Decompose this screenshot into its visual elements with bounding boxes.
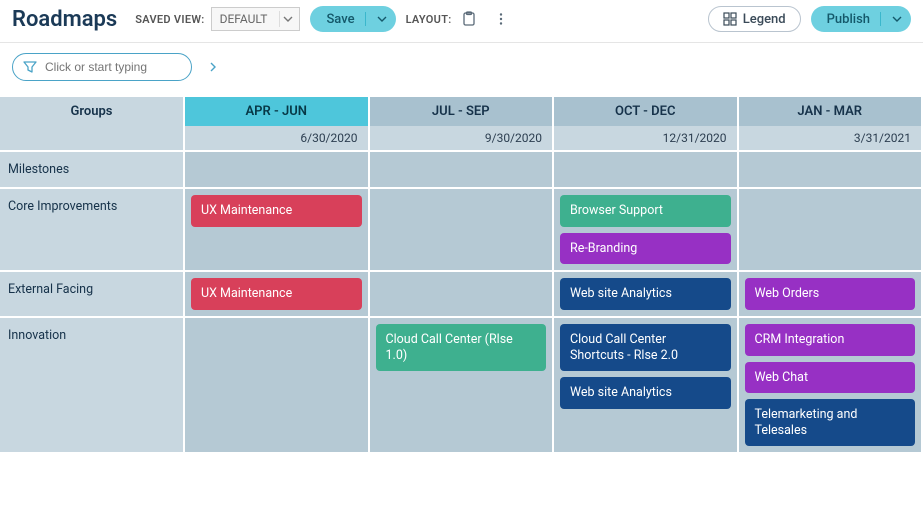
filter-icon: [23, 60, 37, 74]
roadmap-cell: [554, 150, 739, 187]
group-label: Innovation: [0, 316, 185, 453]
save-button[interactable]: Save: [310, 6, 395, 32]
legend-button[interactable]: Legend: [708, 6, 801, 32]
roadmap-card[interactable]: Web Chat: [745, 362, 916, 394]
filter-input[interactable]: [45, 60, 200, 74]
quarter-header[interactable]: JUL - SEP: [370, 97, 555, 126]
groups-header: Groups: [0, 97, 185, 126]
chevron-down-icon: [279, 11, 295, 27]
layout-clipboard-icon[interactable]: [458, 8, 480, 30]
roadmap-card[interactable]: Cloud Call Center Shortcuts - Rlse 2.0: [560, 324, 731, 371]
date-row-blank: [0, 126, 185, 150]
roadmap-cell: UX Maintenance: [185, 187, 370, 270]
saved-view-group: SAVED VIEW: DEFAULT: [135, 7, 300, 31]
roadmap-card[interactable]: Web Orders: [745, 278, 916, 310]
roadmap-cell: UX Maintenance: [185, 270, 370, 316]
quarter-end-date: 12/31/2020: [554, 126, 739, 150]
roadmap-cell: CRM Integration Web Chat Telemarketing and…: [739, 316, 923, 453]
publish-button[interactable]: Publish: [811, 6, 911, 32]
filter-row: [0, 43, 923, 91]
saved-view-label: SAVED VIEW:: [135, 13, 204, 26]
quarter-header[interactable]: APR - JUN: [185, 97, 370, 126]
page-title: Roadmaps: [12, 7, 117, 32]
roadmap-cell: [370, 150, 555, 187]
layout-label: LAYOUT:: [406, 13, 452, 26]
chevron-right-icon: [208, 62, 218, 72]
roadmap-cell: Cloud Call Center (Rlse 1.0): [370, 316, 555, 453]
roadmap-card[interactable]: Browser Support: [560, 195, 731, 227]
group-label: Milestones: [0, 150, 185, 187]
saved-view-select[interactable]: DEFAULT: [211, 7, 301, 31]
group-label: Core Improvements: [0, 187, 185, 270]
group-label: External Facing: [0, 270, 185, 316]
quarter-header[interactable]: JAN - MAR: [739, 97, 923, 126]
toolbar: Roadmaps SAVED VIEW: DEFAULT Save LAYOUT…: [0, 0, 923, 43]
quarter-end-date: 6/30/2020: [185, 126, 370, 150]
chevron-down-icon: [891, 14, 903, 24]
roadmap-card[interactable]: Telemarketing and Telesales: [745, 399, 916, 446]
roadmap-card[interactable]: Web site Analytics: [560, 278, 731, 310]
quarter-header[interactable]: OCT - DEC: [554, 97, 739, 126]
legend-grid-icon: [723, 12, 737, 26]
layout-group: LAYOUT:: [406, 8, 480, 30]
roadmap-card[interactable]: CRM Integration: [745, 324, 916, 356]
publish-button-label: Publish: [827, 12, 870, 27]
roadmap-card[interactable]: Web site Analytics: [560, 377, 731, 409]
divider: [880, 12, 881, 26]
quarter-end-date: 3/31/2021: [739, 126, 923, 150]
roadmap-card[interactable]: UX Maintenance: [191, 195, 362, 227]
roadmap-cell: [185, 316, 370, 453]
roadmap-cell: [370, 270, 555, 316]
roadmap-cell: Cloud Call Center Shortcuts - Rlse 2.0 We…: [554, 316, 739, 453]
roadmap-cell: Web Orders: [739, 270, 923, 316]
more-menu-icon[interactable]: [490, 8, 512, 30]
quarter-end-date: 9/30/2020: [370, 126, 555, 150]
filter-input-wrapper[interactable]: [12, 53, 192, 81]
roadmap-card[interactable]: UX Maintenance: [191, 278, 362, 310]
roadmap-cell: [185, 150, 370, 187]
roadmap-cell: Browser Support Re-Branding: [554, 187, 739, 270]
roadmap-grid: GroupsAPR - JUNJUL - SEPOCT - DECJAN - M…: [0, 91, 923, 452]
roadmap-cell: [739, 187, 923, 270]
saved-view-value: DEFAULT: [220, 12, 268, 26]
roadmap-cell: [739, 150, 923, 187]
roadmap-cell: Web site Analytics: [554, 270, 739, 316]
save-button-label: Save: [326, 12, 354, 27]
roadmap-card[interactable]: Re-Branding: [560, 233, 731, 265]
chevron-down-icon: [376, 14, 388, 24]
roadmap-card[interactable]: Cloud Call Center (Rlse 1.0): [376, 324, 547, 371]
legend-button-label: Legend: [743, 12, 786, 27]
roadmap-cell: [370, 187, 555, 270]
divider: [365, 12, 366, 26]
